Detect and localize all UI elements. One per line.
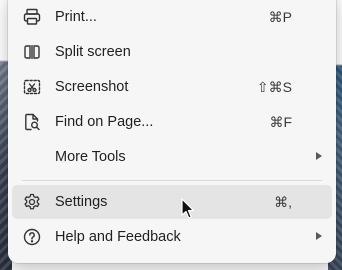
menu-item-settings[interactable]: Settings ⌘,	[12, 185, 332, 219]
menu-item-label: Screenshot	[55, 79, 129, 95]
chevron-right-icon	[316, 232, 322, 240]
keyboard-shortcut: ⌘P	[268, 9, 292, 25]
keyboard-shortcut: ⇧⌘S	[256, 79, 292, 95]
menu-item-help-and-feedback[interactable]: Help and Feedback	[12, 220, 332, 254]
menu-item-print[interactable]: Print... ⌘P	[12, 0, 332, 34]
printer-icon	[22, 7, 42, 27]
keyboard-shortcut: ⌘,	[274, 194, 292, 210]
menu-item-more-tools[interactable]: More Tools	[12, 140, 332, 174]
menu-item-label: Find on Page...	[55, 114, 154, 130]
menu-item-label: More Tools	[55, 149, 126, 165]
chevron-right-icon	[316, 152, 322, 160]
menu-item-label: Split screen	[55, 44, 131, 60]
menu-item-label: Settings	[55, 194, 108, 210]
menu-item-find-on-page[interactable]: Find on Page... ⌘F	[12, 105, 332, 139]
menu-item-screenshot[interactable]: Screenshot ⇧⌘S	[12, 70, 332, 104]
find-on-page-icon	[22, 112, 42, 132]
gear-icon	[22, 192, 42, 212]
menu-divider	[22, 180, 322, 181]
browser-menu: Print... ⌘P Split screen Screenshot ⇧⌘S	[8, 0, 336, 263]
screenshot-icon	[22, 77, 42, 97]
split-screen-icon	[22, 42, 42, 62]
menu-item-label: Print...	[55, 9, 97, 25]
mouse-pointer-icon	[180, 198, 196, 220]
help-icon	[22, 227, 42, 247]
menu-item-split-screen[interactable]: Split screen	[12, 35, 332, 69]
menu-item-label: Help and Feedback	[55, 229, 181, 245]
keyboard-shortcut: ⌘F	[269, 114, 292, 130]
